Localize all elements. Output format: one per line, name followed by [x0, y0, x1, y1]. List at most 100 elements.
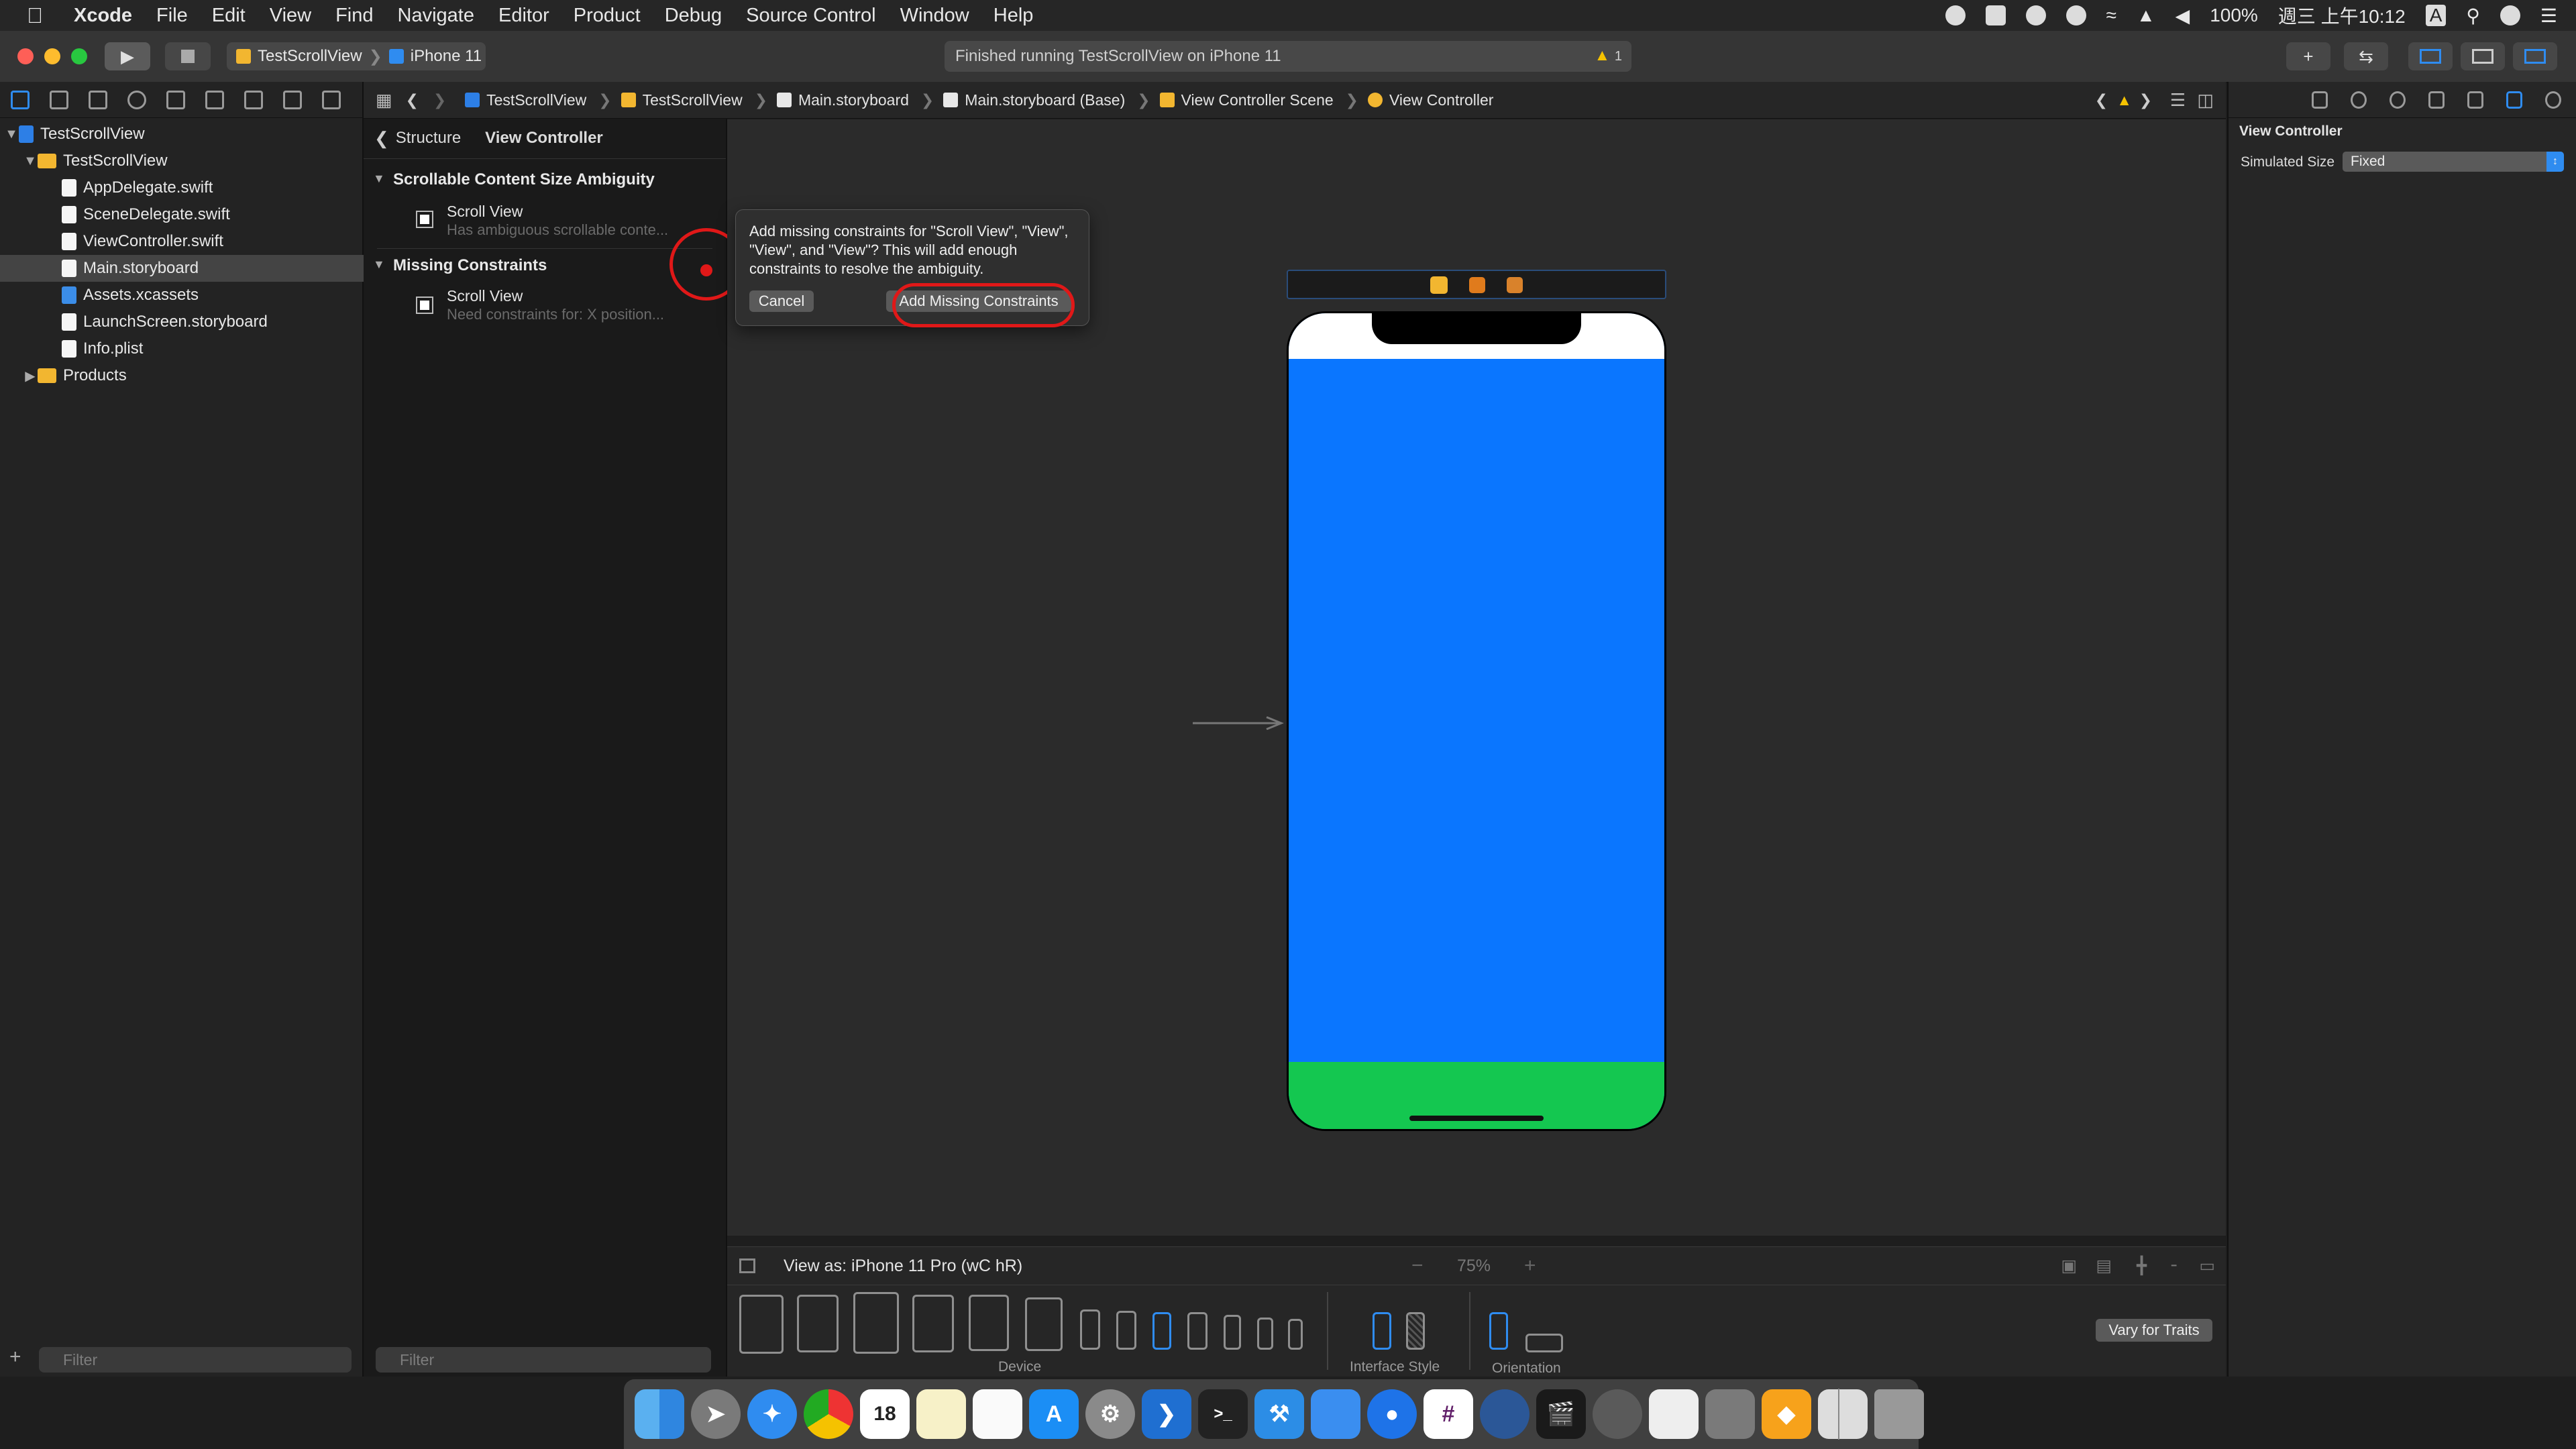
- zoom-window-button[interactable]: [71, 48, 87, 64]
- calendar-icon[interactable]: 18: [860, 1389, 910, 1439]
- reminders-icon[interactable]: [973, 1389, 1022, 1439]
- first-responder-icon[interactable]: [1469, 277, 1485, 293]
- xcode-icon[interactable]: ⚒: [1254, 1389, 1304, 1439]
- tree-item-file[interactable]: AppDelegate.swift: [0, 174, 424, 201]
- menu-file[interactable]: File: [156, 5, 188, 27]
- tree-item-file[interactable]: Info.plist: [0, 335, 424, 362]
- next-issue-icon[interactable]: ❯: [2139, 91, 2152, 109]
- tree-item-file[interactable]: LaunchScreen.storyboard: [0, 309, 424, 335]
- tree-item-file-selected[interactable]: Main.storyboard: [0, 255, 424, 282]
- device-iphone-11-option[interactable]: [1116, 1311, 1136, 1350]
- menu-help[interactable]: Help: [994, 5, 1034, 27]
- disclosure-closed-icon[interactable]: ▶: [23, 368, 38, 384]
- menu-editor[interactable]: Editor: [498, 5, 549, 27]
- menu-debug[interactable]: Debug: [665, 5, 722, 27]
- airplay-icon[interactable]: ▲: [2137, 5, 2155, 26]
- disclosure-open-icon[interactable]: ▼: [23, 154, 38, 169]
- cancel-button[interactable]: Cancel: [749, 290, 814, 312]
- embed-in-icon[interactable]: ▤: [2096, 1256, 2112, 1276]
- slack-icon[interactable]: #: [1424, 1389, 1473, 1439]
- exit-icon[interactable]: [1507, 277, 1523, 293]
- outline-toggle-icon[interactable]: ☰: [2170, 90, 2186, 111]
- symbol-icon[interactable]: [89, 90, 107, 109]
- menu-window[interactable]: Window: [900, 5, 969, 27]
- test-icon[interactable]: [205, 90, 224, 109]
- clock[interactable]: 週三 上午10:12: [2278, 2, 2406, 29]
- device-ipad-mini-option[interactable]: [969, 1295, 1009, 1351]
- menu-edit[interactable]: Edit: [212, 5, 246, 27]
- issue-item-title[interactable]: Scroll View: [447, 287, 523, 305]
- stop-button[interactable]: [165, 42, 211, 70]
- scheme-selector[interactable]: TestScrollView ❯ iPhone 11: [227, 42, 486, 70]
- document-outline-toggle-icon[interactable]: [739, 1258, 755, 1273]
- final-cut-icon[interactable]: 🎬: [1536, 1389, 1586, 1439]
- menu-app[interactable]: Xcode: [74, 5, 132, 27]
- folder-icon[interactable]: [11, 90, 30, 109]
- vscode-icon[interactable]: ❯: [1142, 1389, 1191, 1439]
- warning-icon[interactable]: ▲: [2116, 91, 2132, 109]
- preview-icon[interactable]: [1649, 1389, 1699, 1439]
- update-frames-icon[interactable]: ▣: [2061, 1256, 2077, 1276]
- input-source[interactable]: A: [2425, 5, 2447, 26]
- iphone-scene[interactable]: [1287, 311, 1666, 1131]
- simulated-size-select[interactable]: Fixed ↕: [2343, 152, 2564, 172]
- toggle-inspector-button[interactable]: [2513, 42, 2557, 70]
- motion-icon[interactable]: [1593, 1389, 1642, 1439]
- device-iphone-8-option[interactable]: [1224, 1315, 1241, 1350]
- notification-center-icon[interactable]: ☰: [2540, 5, 2557, 27]
- volume-icon[interactable]: ◀: [2176, 5, 2190, 27]
- disclosure-open-icon[interactable]: ▼: [373, 258, 385, 272]
- align-icon[interactable]: ╋: [2137, 1256, 2147, 1276]
- tree-item-group[interactable]: ▼ TestScrollView: [0, 148, 385, 174]
- device-iphone-4s-option[interactable]: [1288, 1319, 1303, 1350]
- app-store-icon[interactable]: A: [1029, 1389, 1079, 1439]
- debug-icon[interactable]: [244, 90, 263, 109]
- zoom-out-icon[interactable]: −: [1411, 1254, 1424, 1277]
- issue-icon[interactable]: [166, 90, 185, 109]
- outline-filter-field[interactable]: Filter: [376, 1347, 711, 1373]
- breadcrumb[interactable]: TestScrollView ❯: [621, 91, 767, 109]
- documents-stack-icon[interactable]: [1818, 1389, 1868, 1439]
- issue-item-title[interactable]: Scroll View: [447, 203, 523, 221]
- forward-arrow-icon[interactable]: ❯: [433, 91, 446, 109]
- add-constraints-icon[interactable]: ╴: [2171, 1256, 2182, 1276]
- library-button[interactable]: +: [2286, 42, 2330, 70]
- related-items-icon[interactable]: ▦: [376, 90, 392, 111]
- code-review-button[interactable]: ⇆: [2344, 42, 2388, 70]
- device-iphone-11-pro-max-option[interactable]: [1080, 1309, 1100, 1350]
- chrome-icon[interactable]: [804, 1389, 853, 1439]
- menu-find[interactable]: Find: [335, 5, 373, 27]
- vary-for-traits-button[interactable]: Vary for Traits: [2096, 1319, 2212, 1342]
- close-window-button[interactable]: [17, 48, 34, 64]
- breadcrumb[interactable]: View Controller Scene ❯: [1159, 91, 1358, 109]
- breadcrumb[interactable]: TestScrollView ❯: [465, 91, 612, 109]
- menu-view[interactable]: View: [270, 5, 311, 27]
- toggle-navigator-button[interactable]: [2408, 42, 2453, 70]
- identity-inspector-icon[interactable]: [2428, 91, 2445, 109]
- archive-utility-icon[interactable]: [1705, 1389, 1755, 1439]
- add-file-icon[interactable]: +: [9, 1346, 21, 1368]
- report-icon[interactable]: [322, 90, 341, 109]
- edge-icon[interactable]: [1480, 1389, 1529, 1439]
- attributes-inspector-icon[interactable]: [2467, 91, 2483, 109]
- back-arrow-icon[interactable]: ❮: [406, 91, 419, 109]
- breadcrumb[interactable]: Main.storyboard (Base) ❯: [943, 91, 1150, 109]
- simulator-icon[interactable]: [1311, 1389, 1360, 1439]
- resolve-issues-icon[interactable]: ▭: [2199, 1256, 2215, 1276]
- apple-menu-icon[interactable]: : [27, 3, 43, 28]
- breadcrumb[interactable]: View Controller: [1367, 91, 1493, 109]
- dark-appearance-option[interactable]: [1406, 1312, 1425, 1350]
- breadcrumb[interactable]: Main.storyboard ❯: [776, 91, 934, 109]
- connections-inspector-icon[interactable]: [2545, 91, 2561, 109]
- previous-issue-icon[interactable]: ❮: [2095, 91, 2108, 109]
- warning-indicator[interactable]: ▲ 1: [1594, 46, 1622, 65]
- launchpad-icon[interactable]: ➤: [691, 1389, 741, 1439]
- light-appearance-option[interactable]: [1373, 1312, 1391, 1350]
- dropbox-icon[interactable]: [1985, 5, 2006, 25]
- add-editor-icon[interactable]: ◫: [2197, 90, 2214, 111]
- device-ipad-air-option[interactable]: [853, 1292, 899, 1354]
- minimize-window-button[interactable]: [44, 48, 60, 64]
- safari-icon[interactable]: ✦: [747, 1389, 797, 1439]
- navigator-filter-field[interactable]: Filter: [39, 1347, 352, 1373]
- chevron-left-icon[interactable]: ❮: [374, 128, 389, 149]
